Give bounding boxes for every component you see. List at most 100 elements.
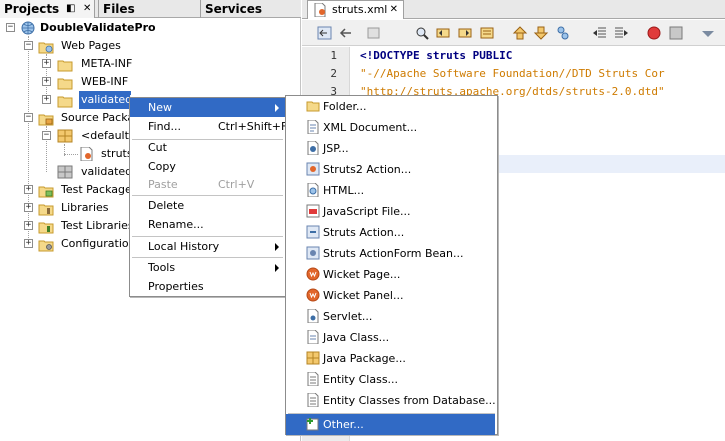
new-submenu: Folder... XML Document... JSP... Struts2…	[285, 95, 498, 435]
submenu-item-label: Entity Classes from Database...	[323, 394, 496, 407]
code-line: "-//Apache Software Foundation//DTD Stru…	[360, 67, 665, 80]
next-bookmark-icon[interactable]	[533, 25, 549, 41]
collapse-icon[interactable]: −	[6, 23, 15, 32]
expand-icon[interactable]: +	[24, 221, 33, 230]
submenu-item-html[interactable]: HTML...	[286, 180, 495, 201]
submenu-item-java-package[interactable]: Java Package...	[286, 348, 495, 369]
configuration-folder-icon	[38, 238, 54, 252]
start-macro-recording-icon[interactable]	[646, 25, 662, 41]
submenu-item-entity-class[interactable]: Entity Class...	[286, 369, 495, 390]
folder-icon	[306, 99, 320, 113]
code-line: <!DOCTYPE struts PUBLIC	[360, 49, 513, 62]
tab-files[interactable]: Files	[98, 0, 198, 18]
test-libraries-folder-icon	[38, 220, 54, 234]
xml-document-icon	[306, 119, 320, 135]
line-number: 2	[330, 67, 337, 80]
editor-tab-bar: struts.xml ✕	[302, 0, 725, 19]
tree-item-project[interactable]: − DoubleValidatePro	[0, 19, 300, 37]
restore-window-icon[interactable]: ◧	[66, 0, 75, 18]
expand-icon[interactable]: +	[42, 95, 51, 104]
toggle-highlight-icon[interactable]	[479, 25, 495, 41]
tab-services[interactable]: Services	[200, 0, 300, 18]
find-icon[interactable]	[414, 25, 430, 41]
collapse-icon[interactable]: −	[24, 113, 33, 122]
collapse-icon[interactable]: −	[42, 131, 51, 140]
expand-icon[interactable]: +	[24, 239, 33, 248]
menu-item-local-history[interactable]: Local History	[130, 237, 285, 256]
menu-item-shortcut: Ctrl+Shift+F	[218, 120, 288, 133]
submenu-item-struts2-action[interactable]: Struts2 Action...	[286, 159, 495, 180]
menu-item-delete[interactable]: Delete	[130, 196, 285, 215]
shift-right-icon[interactable]	[613, 25, 629, 41]
submenu-item-servlet[interactable]: Servlet...	[286, 306, 495, 327]
submenu-item-wicket-panel[interactable]: Wicket Panel...	[286, 285, 495, 306]
other-icon	[306, 417, 320, 431]
find-next-icon[interactable]	[457, 25, 473, 41]
tree-item-meta-inf[interactable]: + META-INF	[0, 55, 300, 73]
tab-projects-label: Projects	[4, 2, 60, 16]
struts2-action-icon	[306, 162, 320, 176]
submenu-item-wicket-page[interactable]: Wicket Page...	[286, 264, 495, 285]
toolbar-overflow-icon[interactable]	[700, 25, 716, 41]
menu-item-paste[interactable]: Paste Ctrl+V	[130, 175, 285, 194]
menu-item-label: Copy	[148, 160, 176, 173]
menu-item-new[interactable]: New	[130, 98, 285, 117]
menu-item-rename[interactable]: Rename...	[130, 215, 285, 234]
xml-file-icon	[79, 146, 95, 162]
tree-item-web-inf[interactable]: + WEB-INF	[0, 73, 300, 91]
package-icon	[57, 129, 73, 143]
struts-actionform-bean-icon	[306, 246, 320, 260]
close-tab-icon[interactable]: ✕	[390, 1, 398, 18]
submenu-item-folder[interactable]: Folder...	[286, 96, 495, 117]
tree-item-label: Web Pages	[61, 39, 121, 52]
context-menu: New Find... Ctrl+Shift+F Cut Copy Paste …	[129, 97, 288, 297]
close-tab-icon[interactable]: ✕	[83, 0, 91, 18]
submenu-item-xml-document[interactable]: XML Document...	[286, 117, 495, 138]
submenu-item-jsp[interactable]: JSP...	[286, 138, 495, 159]
last-edit-icon[interactable]	[317, 25, 333, 41]
tree-item-label: WEB-INF	[81, 75, 129, 88]
menu-item-cut[interactable]: Cut	[130, 138, 285, 157]
submenu-item-entity-classes-from-database[interactable]: Entity Classes from Database...	[286, 390, 496, 411]
submenu-item-struts-action[interactable]: Struts Action...	[286, 222, 495, 243]
test-packages-folder-icon	[38, 184, 54, 198]
panel-tab-bar: Projects ◧ ✕ Files Services	[0, 0, 301, 18]
expand-icon[interactable]: +	[24, 185, 33, 194]
servlet-icon	[306, 308, 320, 324]
submenu-item-java-class[interactable]: Java Class...	[286, 327, 495, 348]
tree-item-web-pages[interactable]: − Web Pages	[0, 37, 300, 55]
expand-icon[interactable]: +	[24, 203, 33, 212]
toggle-bookmark-icon[interactable]	[555, 25, 571, 41]
expand-icon[interactable]: +	[42, 59, 51, 68]
shift-left-icon[interactable]	[592, 25, 608, 41]
submenu-item-javascript-file[interactable]: JavaScript File...	[286, 201, 495, 222]
tab-services-label: Services	[205, 2, 263, 16]
html-icon	[306, 182, 320, 198]
find-previous-icon[interactable]	[435, 25, 451, 41]
web-pages-folder-icon	[38, 40, 54, 54]
menu-item-copy[interactable]: Copy	[130, 157, 285, 176]
submenu-item-label: Entity Class...	[323, 373, 399, 386]
menu-item-label: Cut	[148, 141, 167, 154]
editor-tab-label: struts.xml	[332, 3, 388, 16]
submenu-item-label: Struts Action...	[323, 226, 405, 239]
menu-item-label: Paste	[148, 178, 178, 191]
tree-item-label: DoubleValidatePro	[40, 21, 156, 34]
stop-macro-recording-icon[interactable]	[668, 25, 684, 41]
back-icon[interactable]	[338, 25, 354, 41]
tab-projects[interactable]: Projects ◧ ✕	[0, 0, 95, 18]
collapse-icon[interactable]: −	[24, 41, 33, 50]
submenu-item-label: Other...	[323, 418, 364, 431]
menu-item-find[interactable]: Find... Ctrl+Shift+F	[130, 117, 288, 136]
previous-bookmark-icon[interactable]	[512, 25, 528, 41]
tree-item-label: validatedoub	[79, 91, 131, 109]
expand-icon[interactable]: +	[42, 77, 51, 86]
submenu-item-label: Struts ActionForm Bean...	[323, 247, 464, 260]
globe-project-icon	[20, 21, 36, 35]
submenu-item-other[interactable]: Other...	[286, 414, 495, 435]
menu-item-tools[interactable]: Tools	[130, 258, 285, 277]
editor-tab-struts-xml[interactable]: struts.xml ✕	[307, 0, 404, 19]
forward-icon[interactable]	[366, 25, 382, 41]
submenu-item-struts-actionform-bean[interactable]: Struts ActionForm Bean...	[286, 243, 495, 264]
menu-item-properties[interactable]: Properties	[130, 277, 285, 296]
